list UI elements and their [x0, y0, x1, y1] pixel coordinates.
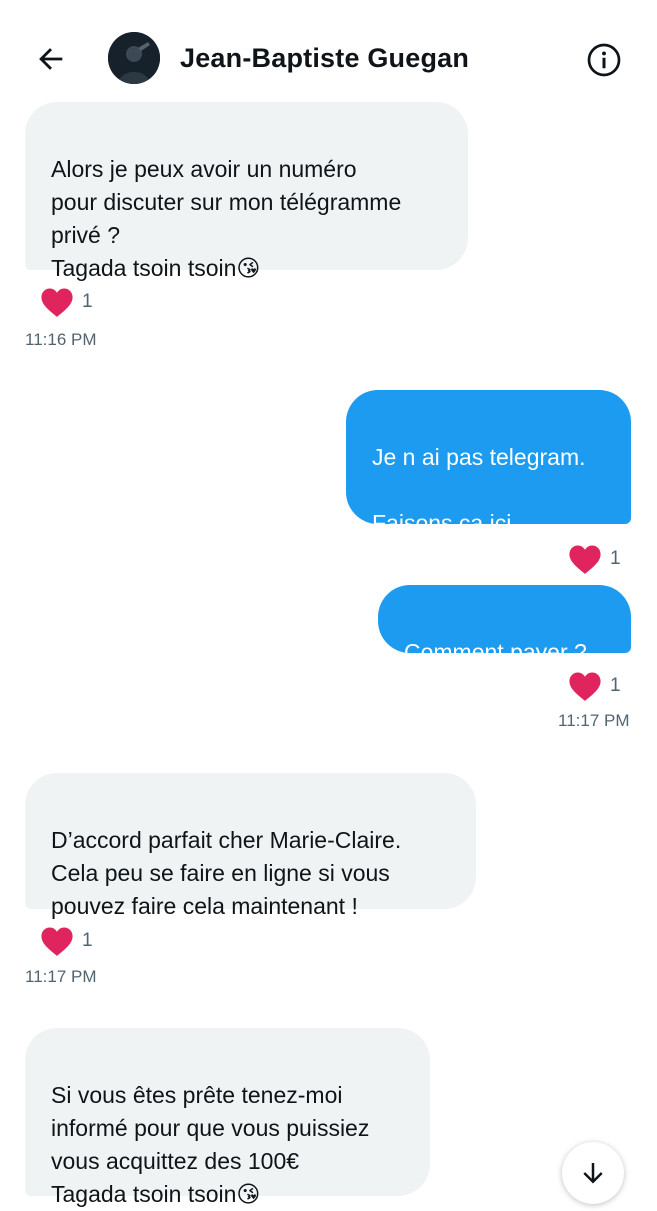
- heart-icon: [41, 288, 73, 317]
- reaction-count: 1: [82, 291, 93, 312]
- message-reaction[interactable]: 1: [568, 543, 621, 575]
- heart-icon: [41, 927, 73, 956]
- message-text: Si vous êtes prête tenez-moi informé pou…: [51, 1082, 370, 1207]
- message-text: D’accord parfait cher Marie-Claire. Cela…: [51, 827, 402, 919]
- heart-icon: [569, 672, 601, 701]
- message-timestamp: 11:16 PM: [25, 330, 97, 349]
- message-text: Alors je peux avoir un numéro pour discu…: [51, 156, 402, 281]
- message-timestamp: 11:17 PM: [25, 967, 97, 986]
- info-button[interactable]: [584, 40, 624, 80]
- message-reaction[interactable]: 1: [568, 670, 621, 702]
- heart-icon: [569, 545, 601, 574]
- back-button[interactable]: [30, 38, 72, 80]
- message-bubble-outgoing[interactable]: Je n ai pas telegram. Faisons ça ici: [346, 390, 631, 536]
- message-reaction[interactable]: 1: [40, 925, 93, 957]
- contact-name[interactable]: Jean-Baptiste Guegan: [180, 40, 469, 76]
- message-text: Comment payer ?: [404, 639, 587, 665]
- arrow-down-icon: [583, 1163, 603, 1184]
- message-text: Je n ai pas telegram. Faisons ça ici: [372, 444, 586, 536]
- avatar[interactable]: [108, 32, 160, 84]
- message-timestamp: 11:17 PM: [558, 711, 630, 730]
- reaction-count: 1: [82, 930, 93, 951]
- conversation-header: Jean-Baptiste Guegan: [0, 0, 657, 112]
- reaction-count: 1: [610, 548, 621, 569]
- message-bubble-incoming[interactable]: Alors je peux avoir un numéro pour discu…: [25, 102, 468, 281]
- message-bubble-incoming[interactable]: D’accord parfait cher Marie-Claire. Cela…: [25, 773, 476, 919]
- message-reaction[interactable]: 1: [40, 286, 93, 318]
- scroll-to-bottom-button[interactable]: [562, 1142, 624, 1204]
- arrow-left-icon: [39, 48, 63, 70]
- reaction-count: 1: [610, 675, 621, 696]
- message-bubble-outgoing[interactable]: Comment payer ?: [378, 585, 631, 665]
- message-bubble-incoming[interactable]: Si vous êtes prête tenez-moi informé pou…: [25, 1028, 430, 1207]
- info-icon: [587, 43, 621, 77]
